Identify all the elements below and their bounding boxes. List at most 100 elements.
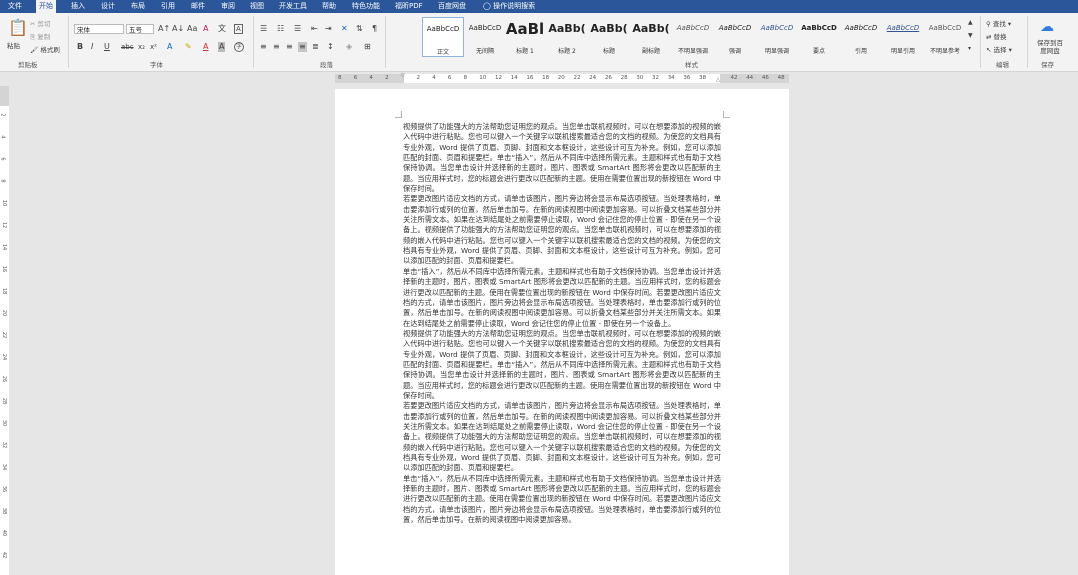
ruler-number: 24 (589, 75, 597, 81)
borders-icon[interactable]: ⊞ (364, 42, 371, 52)
style-normal[interactable]: AaBbCcD 正文 (422, 17, 464, 57)
style-name: 明显强调 (764, 48, 789, 55)
text-effects-icon[interactable]: A (167, 42, 172, 52)
subscript-icon[interactable]: x₂ (138, 42, 145, 52)
style-quote[interactable]: AaBbCcD 引用 (840, 17, 882, 57)
style-name: 副标题 (641, 48, 660, 55)
strikethrough-icon[interactable]: abc (121, 42, 134, 52)
char-border-icon[interactable]: A (234, 24, 243, 34)
style-strong[interactable]: AaBbCcD 要点 (798, 17, 840, 57)
style-intense-emphasis[interactable]: AaBbCcD 明显强调 (756, 17, 798, 57)
underline-icon[interactable]: U (104, 42, 110, 52)
paste-icon[interactable]: 📋 (8, 19, 28, 37)
char-shading-icon[interactable]: A (218, 42, 226, 52)
ruler-number: 6 (353, 75, 358, 81)
numbering-icon[interactable]: ☷ (277, 24, 284, 34)
enclose-char-icon[interactable]: 字 (234, 42, 245, 52)
gallery-more-icon[interactable]: ▾ (968, 44, 971, 54)
font-name-select[interactable]: 宋体 (74, 24, 124, 34)
cut-button[interactable]: ✂ 剪切 (30, 18, 51, 28)
tab-file[interactable]: 文件 (5, 0, 25, 13)
document-page[interactable]: 视频提供了功能强大的方法帮助您证明您的观点。当您单击联机视频时，可以在想要添加的… (335, 89, 789, 575)
tab-view[interactable]: 视图 (247, 0, 267, 13)
bold-icon[interactable]: B (77, 42, 83, 52)
horizontal-ruler[interactable]: 8 6 4 2 2 4 6 8 10 12 14 16 18 20 22 24 26 28 30 32 34 36 38 42… (335, 74, 789, 83)
style-heading-1[interactable]: AaBl 标题 1 (504, 17, 546, 57)
ruler-number: 28 (620, 75, 628, 81)
font-color-icon[interactable]: A (203, 42, 208, 52)
style-title[interactable]: AaBb( 标题 (588, 17, 630, 57)
italic-icon[interactable]: I (91, 42, 93, 52)
tab-design[interactable]: 设计 (98, 0, 118, 13)
baidu-cloud-icon[interactable]: ☁ (1040, 19, 1054, 35)
line-spacing-icon[interactable]: ↕ (327, 42, 334, 52)
chinese-layout-icon[interactable]: ✕ (341, 24, 348, 34)
tab-home[interactable]: 开始 (36, 0, 56, 13)
tab-help[interactable]: 帮助 (319, 0, 339, 13)
paragraph: 视频提供了功能强大的方法帮助您证明您的观点。当您单击联机视频时，可以在想要添加的… (403, 328, 721, 400)
document-body[interactable]: 视频提供了功能强大的方法帮助您证明您的观点。当您单击联机视频时，可以在想要添加的… (403, 122, 721, 525)
ruler-number: 18 (542, 75, 550, 81)
style-emphasis[interactable]: AaBbCcD 强调 (714, 17, 756, 57)
show-marks-icon[interactable]: ¶ (372, 24, 377, 34)
ruler-number: 2 (385, 75, 389, 81)
bullets-icon[interactable]: ☰ (260, 24, 267, 34)
tab-review[interactable]: 审阅 (218, 0, 238, 13)
tab-insert[interactable]: 插入 (68, 0, 88, 13)
align-center-icon[interactable]: ≡ (273, 42, 280, 52)
style-subtle-emphasis[interactable]: AaBbCcD 不明显强调 (672, 17, 714, 57)
font-size-select[interactable]: 五号 (126, 24, 154, 34)
paragraph: 单击“插入”，然后从不同库中选择所需元素。主题和样式也有助于文档保持协调。当您单… (403, 266, 721, 328)
style-heading-2[interactable]: AaBb( 标题 2 (546, 17, 588, 57)
decrease-indent-icon[interactable]: ⇤ (311, 24, 318, 34)
brush-icon: 🖌 (30, 46, 39, 54)
sort-icon[interactable]: ⇅ (356, 24, 363, 34)
paste-button[interactable]: 粘贴 (7, 40, 20, 50)
phonetic-guide-icon[interactable]: 文 (218, 24, 226, 34)
ribbon-tab-bar: 文件 开始 插入 设计 布局 引用 邮件 审阅 视图 开发工具 帮助 特色功能 … (0, 0, 1078, 13)
margin-corner-mark (395, 111, 402, 118)
tab-baidu-netdisk[interactable]: 百度网盘 (435, 0, 469, 13)
select-button[interactable]: ↖ 选择 ▾ (986, 44, 1012, 54)
clear-format-icon[interactable]: A (203, 24, 208, 34)
tab-layout[interactable]: 布局 (128, 0, 148, 13)
gallery-down-icon[interactable]: ▼ (968, 31, 973, 41)
shading-icon[interactable]: ◈ (346, 42, 352, 52)
shrink-font-icon[interactable]: A↓ (172, 24, 184, 34)
style-intense-quote[interactable]: AaBbCcD 明显引用 (882, 17, 924, 57)
tell-me-search[interactable]: ◯ 操作说明搜索 (480, 0, 538, 13)
style-subtle-reference[interactable]: AaBbCcD 不明显参考 (924, 17, 966, 57)
tab-features[interactable]: 特色功能 (349, 0, 383, 13)
ruler-number: 22 (1, 331, 8, 339)
ruler-number: 36 (683, 75, 691, 81)
tab-references[interactable]: 引用 (158, 0, 178, 13)
align-left-icon[interactable]: ≡ (260, 42, 267, 52)
style-subtitle[interactable]: AaBb( 副标题 (630, 17, 672, 57)
tab-developer[interactable]: 开发工具 (276, 0, 310, 13)
superscript-icon[interactable]: x² (150, 42, 157, 52)
multilevel-list-icon[interactable]: ☰ (294, 24, 301, 34)
align-right-icon[interactable]: ≡ (286, 42, 293, 52)
format-painter-button[interactable]: 🖌 格式刷 (30, 44, 60, 54)
gallery-up-icon[interactable]: ▲ (968, 18, 973, 28)
tab-foxit-pdf[interactable]: 福昕PDF (392, 0, 426, 13)
grow-font-icon[interactable]: A↑ (158, 24, 170, 34)
ruler-number: 48 (777, 75, 785, 81)
highlight-icon[interactable]: ✎ (185, 42, 192, 52)
justify-icon[interactable]: ≡ (298, 42, 307, 52)
indent-marker-icon[interactable]: ▽ (401, 74, 405, 79)
ruler-number: 6 (0, 157, 6, 161)
replace-icon: ⇄ (986, 33, 992, 41)
tab-mailings[interactable]: 邮件 (188, 0, 208, 13)
distributed-icon[interactable]: ≣ (312, 42, 319, 52)
save-to-baidu-button[interactable]: 保存到百度网盘 (1034, 39, 1066, 55)
increase-indent-icon[interactable]: ⇥ (325, 24, 332, 34)
replace-button[interactable]: ⇄ 替换 (986, 31, 1007, 41)
style-name: 明显引用 (890, 48, 915, 55)
find-button[interactable]: ⚲ 查找 ▾ (986, 18, 1011, 28)
copy-button[interactable]: ⎘ 复制 (30, 31, 50, 42)
style-no-spacing[interactable]: AaBbCcD 无间隔 (464, 17, 506, 57)
change-case-icon[interactable]: Aa (187, 24, 197, 34)
vertical-ruler[interactable]: 2 4 6 8 10 12 14 16 18 20 22 24 26 28 30 32 34 36 38 40 42 (0, 86, 9, 575)
right-indent-icon[interactable]: △ (716, 78, 720, 83)
